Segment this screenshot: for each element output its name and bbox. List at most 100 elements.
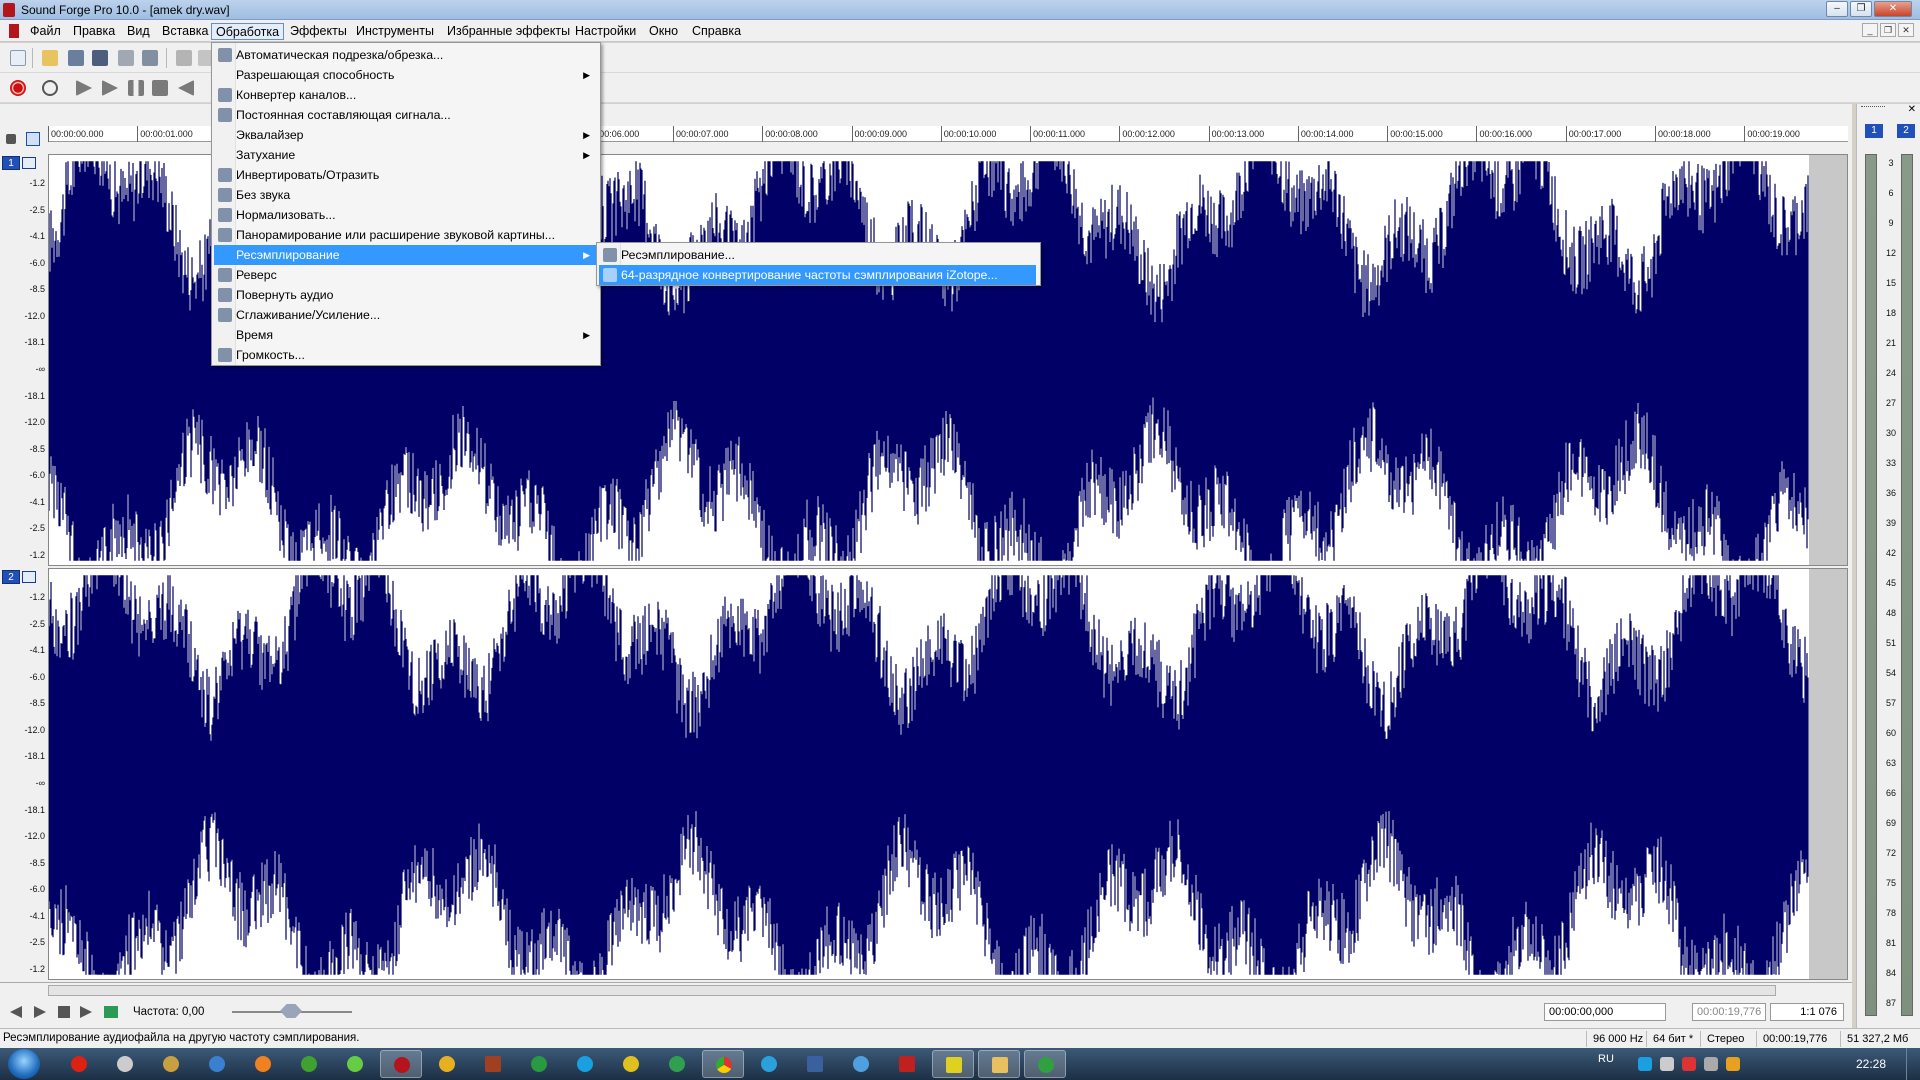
taskbar-app-10[interactable] <box>472 1050 514 1078</box>
tray-skype-icon[interactable] <box>1638 1057 1652 1071</box>
taskbar-telegram[interactable] <box>748 1050 790 1078</box>
open-folder-icon[interactable] <box>42 50 58 66</box>
taskbar-app-14[interactable] <box>656 1050 698 1078</box>
scroll-thumb[interactable] <box>48 985 1776 996</box>
status-channels[interactable]: Стерео <box>1700 1031 1756 1047</box>
status-bit-depth[interactable]: 64 бит * <box>1646 1031 1698 1047</box>
channel-1-minimize-icon[interactable] <box>22 157 36 169</box>
taskbar-app-3[interactable] <box>150 1050 192 1078</box>
pause-icon[interactable] <box>128 80 144 96</box>
print-icon[interactable] <box>142 50 158 66</box>
taskbar-app-4[interactable] <box>196 1050 238 1078</box>
taskbar-app-20[interactable] <box>932 1050 974 1078</box>
process-menu-item-5[interactable]: Затухание ▶ <box>214 145 596 165</box>
cut-icon[interactable] <box>176 50 192 66</box>
save-icon[interactable] <box>68 50 84 66</box>
menu-help[interactable]: Справка <box>688 23 745 40</box>
menu-view[interactable]: Вид <box>123 23 154 40</box>
menu-insert[interactable]: Вставка <box>158 23 212 40</box>
process-menu-item-6[interactable]: Инвертировать/Отразить <box>214 165 596 185</box>
channel-2-label[interactable]: 2 <box>2 570 20 584</box>
taskbar-app-17[interactable] <box>794 1050 836 1078</box>
process-menu-item-15[interactable]: Громкость... <box>214 345 596 365</box>
status-sample-rate[interactable]: 96 000 Hz <box>1586 1031 1648 1047</box>
menu-edit[interactable]: Правка <box>69 23 119 40</box>
rate-slider-thumb[interactable] <box>280 1004 302 1018</box>
taskbar-app-6[interactable] <box>288 1050 330 1078</box>
process-menu-item-4[interactable]: Эквалайзер ▶ <box>214 125 596 145</box>
process-menu-item-0[interactable]: Автоматическая подрезка/обрезка... <box>214 45 596 65</box>
doc-restore-button[interactable]: ❐ <box>1880 23 1896 37</box>
tray-network-icon[interactable] <box>1682 1057 1696 1071</box>
menu-options[interactable]: Настройки <box>571 23 640 40</box>
taskbar-app-7[interactable] <box>334 1050 376 1078</box>
taskbar-skype[interactable] <box>564 1050 606 1078</box>
minimize-button[interactable]: – <box>1826 1 1848 17</box>
show-desktop-button[interactable] <box>1906 1048 1920 1080</box>
new-file-icon[interactable] <box>10 50 26 66</box>
taskbar-app-11[interactable] <box>518 1050 560 1078</box>
loop-icon[interactable] <box>42 80 58 96</box>
record-icon[interactable] <box>10 80 26 96</box>
doc-minimize-button[interactable]: _ <box>1862 23 1878 37</box>
tray-app2-icon[interactable] <box>1726 1057 1740 1071</box>
process-menu-item-2[interactable]: Конвертер каналов... <box>214 85 596 105</box>
channel-2-minimize-icon[interactable] <box>22 571 36 583</box>
taskbar-app-18[interactable] <box>840 1050 882 1078</box>
menu-window[interactable]: Окно <box>645 23 682 40</box>
menu-favorites[interactable]: Избранные эффекты <box>443 23 574 40</box>
snap-icon[interactable] <box>26 132 40 146</box>
document-icon[interactable] <box>9 24 19 38</box>
selection-end-field[interactable]: 00:00:19,776 <box>1692 1003 1766 1021</box>
process-menu-item-14[interactable]: Время ▶ <box>214 325 596 345</box>
process-menu-item-1[interactable]: Разрешающая способность ▶ <box>214 65 596 85</box>
taskbar-app-2[interactable] <box>104 1050 146 1078</box>
app-icon[interactable] <box>3 3 15 17</box>
lock-icon[interactable] <box>6 134 16 144</box>
render-icon[interactable] <box>118 50 134 66</box>
language-indicator[interactable]: RU <box>1598 1053 1614 1065</box>
play-all-icon[interactable] <box>76 80 92 96</box>
taskbar-chrome[interactable] <box>702 1050 744 1078</box>
process-menu-item-12[interactable]: Повернуть аудио <box>214 285 596 305</box>
go-start-icon[interactable] <box>10 1006 22 1018</box>
horizontal-scrollbar[interactable] <box>0 982 1852 998</box>
start-button[interactable] <box>8 1049 40 1079</box>
taskbar-app-19[interactable] <box>886 1050 928 1078</box>
meter-close-icon[interactable]: ✕ <box>1908 104 1916 115</box>
process-menu-item-13[interactable]: Сглаживание/Усиление... <box>214 305 596 325</box>
menu-effects[interactable]: Эффекты <box>286 23 351 40</box>
taskbar-explorer[interactable] <box>978 1050 1020 1078</box>
menu-tools[interactable]: Инструменты <box>352 23 438 40</box>
stop-icon[interactable] <box>152 80 168 96</box>
menu-file[interactable]: Файл <box>26 23 65 40</box>
save-as-icon[interactable] <box>92 50 108 66</box>
stop-small-icon[interactable] <box>58 1006 70 1018</box>
close-button[interactable]: ✕ <box>1874 1 1912 17</box>
process-menu-item-8[interactable]: Нормализовать... <box>214 205 596 225</box>
process-menu-item-3[interactable]: Постоянная составляющая сигнала... <box>214 105 596 125</box>
tray-app-icon[interactable] <box>1660 1057 1674 1071</box>
process-menu-item-7[interactable]: Без звука <box>214 185 596 205</box>
play-small-icon[interactable] <box>80 1006 92 1018</box>
tray-volume-icon[interactable] <box>1704 1057 1718 1071</box>
taskbar-app-22[interactable] <box>1024 1050 1066 1078</box>
process-menu-item-11[interactable]: Реверс <box>214 265 596 285</box>
go-to-start-icon[interactable] <box>178 80 194 96</box>
maximize-button[interactable]: ❐ <box>1850 1 1872 17</box>
selection-start-field[interactable]: 00:00:00,000 <box>1544 1003 1666 1021</box>
resample-submenu-item-0[interactable]: Ресэмплирование... <box>599 245 1036 265</box>
clock[interactable]: 22:28 <box>1856 1057 1886 1071</box>
doc-close-button[interactable]: ✕ <box>1898 23 1914 37</box>
taskbar-app-13[interactable] <box>610 1050 652 1078</box>
loop-small-icon[interactable] <box>104 1006 118 1018</box>
process-menu-item-10[interactable]: Ресэмплирование ▶ <box>214 245 596 265</box>
taskbar-sound-forge[interactable] <box>380 1050 422 1078</box>
channel-1-label[interactable]: 1 <box>2 156 20 170</box>
taskbar-app-9[interactable] <box>426 1050 468 1078</box>
go-end-icon[interactable] <box>34 1006 46 1018</box>
process-menu-item-9[interactable]: Панорамирование или расширение звуковой … <box>214 225 596 245</box>
play-icon[interactable] <box>102 80 118 96</box>
taskbar-app-5[interactable] <box>242 1050 284 1078</box>
resample-submenu-item-1[interactable]: 64-разрядное конвертирование частоты сэм… <box>599 265 1036 285</box>
